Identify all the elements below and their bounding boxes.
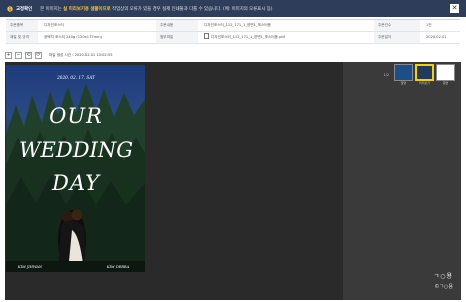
file-created-time: 파일 생성 시간 : 2020.02.01 13:02:55	[49, 53, 113, 57]
brand-sublogo: ©ㄱ○용	[434, 284, 453, 290]
info-value: 1건	[426, 23, 432, 27]
thumbnail-panel: 1/2 앞면 미리보기 뒷면 ㄱ○용 ©ㄱ○용	[343, 62, 461, 300]
attachment-link[interactable]: 디자인포스터_112_171_1_양면1_포스터용.pdf	[198, 32, 374, 43]
poster-page: 2020. 02. 17. SAT OUR WEDDING DAY KIM JI…	[6, 65, 145, 272]
thumbnail-image	[415, 64, 434, 81]
banner-title: 교정확인	[16, 6, 33, 12]
info-label: 주문품목	[6, 20, 38, 31]
info-icon	[7, 5, 13, 12]
file-icon	[204, 32, 209, 39]
page-index: 1/2	[383, 72, 389, 77]
info-label: 주문건수	[374, 20, 420, 31]
preview-viewer[interactable]: 2020. 02. 17. SAT OUR WEDDING DAY KIM JI…	[5, 62, 461, 300]
thumbnail-label: 앞면	[400, 81, 407, 85]
zoom-in-button[interactable]: +	[5, 52, 12, 59]
thumbnail-front[interactable]: 앞면	[394, 64, 413, 85]
rotate-right-button[interactable]: ⟳	[35, 52, 42, 59]
thumbnail-preview[interactable]: 미리보기	[415, 64, 434, 85]
preview-canvas: 2020. 02. 17. SAT OUR WEDDING DAY KIM JI…	[5, 62, 343, 300]
banner-message-highlight: 실 미리보기용 샘플이므로	[63, 6, 111, 12]
banner-message: 본 이미지는 실 미리보기용 샘플이므로 작업상의 오류가 있을 경우 실제 인…	[40, 6, 272, 12]
poster-groom-name: KIM JIHWAN	[17, 265, 43, 269]
rotate-left-button[interactable]: ⟲	[25, 52, 32, 59]
info-value: 2020.02.01	[426, 35, 447, 39]
poster-bride-name: KIM DEBRA	[106, 265, 130, 269]
banner-message-prefix: 본 이미지는	[40, 6, 62, 12]
viewer-toolbar: + − ⟲ ⟳ 파일 생성 시간 : 2020.02.01 13:02:55	[5, 51, 112, 60]
order-info-table: 주문품목 디자인포스터 주문내용 디자인포스터_112_171_1_양면1_포스…	[6, 19, 460, 44]
wedding-poster-image: 2020. 02. 17. SAT OUR WEDDING DAY KIM JI…	[6, 65, 145, 272]
brand-logo: ㄱ○용	[433, 273, 453, 280]
banner-message-suffix: 작업상의 오류가 있을 경우 실제 인쇄물과 다를 수 있습니다. (예: 이미…	[112, 6, 273, 12]
thumbnail-back[interactable]: 뒷면	[436, 64, 455, 85]
thumbnail-label: 뒷면	[442, 81, 449, 85]
attachment-filename: 디자인포스터_112_171_1_양면1_포스터용.pdf	[211, 35, 285, 39]
proof-banner: 교정확인 본 이미지는 실 미리보기용 샘플이므로 작업상의 오류가 있을 경우…	[0, 0, 466, 17]
thumbnail-strip: 1/2 앞면 미리보기 뒷면	[384, 64, 455, 85]
thumbnail-image	[436, 64, 455, 81]
poster-title-line2: WEDDING	[19, 138, 133, 162]
zoom-out-button[interactable]: −	[15, 52, 22, 59]
info-row: 주문품목 디자인포스터 주문내용 디자인포스터_112_171_1_양면1_포스…	[6, 20, 460, 32]
poster-date: 2020. 02. 17. SAT	[56, 75, 96, 80]
poster-title-line1: OUR	[49, 104, 103, 128]
info-label: 주문일자	[374, 32, 420, 43]
info-label: 재질 및 규격	[6, 32, 38, 43]
info-value: 디자인포스터_112_171_1_양면1_포스터용	[204, 23, 271, 27]
info-value: 디자인포스터	[44, 23, 64, 27]
info-label: 첨부파일	[156, 32, 198, 43]
info-row: 재질 및 규격 광택지 포스터 240g (120x177mm) 첨부파일 디자…	[6, 32, 460, 44]
info-label: 주문내용	[156, 20, 198, 31]
poster-title-line3: DAY	[51, 171, 101, 195]
info-value: 광택지 포스터 240g (120x177mm)	[44, 35, 103, 39]
thumbnail-label: 미리보기	[418, 81, 431, 85]
thumbnail-image	[394, 64, 413, 81]
close-button[interactable]: ✕	[450, 4, 459, 13]
